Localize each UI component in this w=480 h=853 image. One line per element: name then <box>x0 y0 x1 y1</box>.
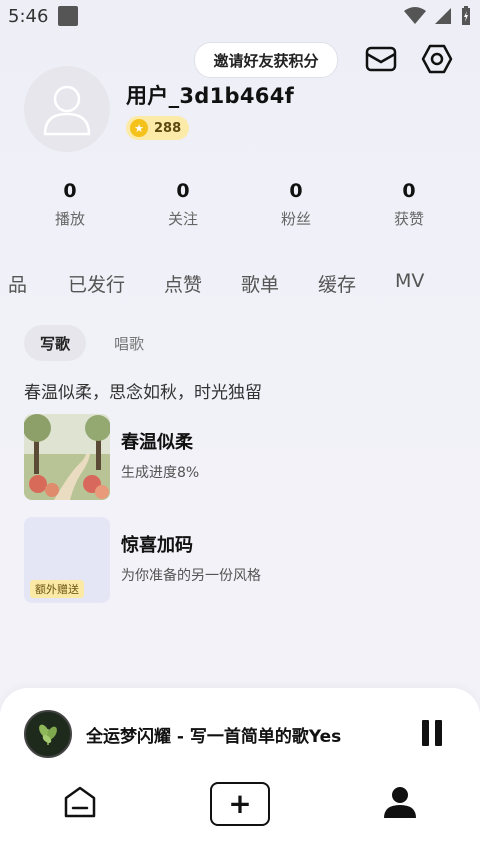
pause-button[interactable] <box>422 720 446 746</box>
song-item[interactable]: 额外赠送 惊喜加码 为你准备的另一份风格 <box>24 517 464 603</box>
person-icon <box>384 787 416 818</box>
stat-likes[interactable]: 0 获赞 <box>369 180 449 229</box>
mail-icon <box>365 46 397 72</box>
stat-value: 0 <box>289 180 303 202</box>
bonus-badge: 额外赠送 <box>30 580 84 598</box>
stat-followers[interactable]: 0 粉丝 <box>256 180 336 229</box>
status-bar: 5:46 <box>0 0 480 34</box>
tab-likes[interactable]: 点赞 <box>164 270 202 297</box>
points-value: 288 <box>154 120 182 136</box>
stats-row: 0 播放 0 关注 0 粉丝 0 获赞 <box>0 180 480 240</box>
username: 用户_3d1b464f <box>126 84 295 108</box>
subtab-sing[interactable]: 唱歌 <box>94 325 164 361</box>
stat-value: 0 <box>176 180 190 202</box>
home-icon <box>64 786 96 818</box>
invite-friends-button[interactable]: 邀请好友获积分 <box>194 42 338 78</box>
tab-cache[interactable]: 缓存 <box>318 270 356 297</box>
section-title: 春温似柔，思念如秋，时光独留 <box>24 383 262 403</box>
nav-create[interactable]: + <box>210 782 270 826</box>
bottom-nav: + <box>0 782 480 832</box>
settings-button[interactable] <box>420 42 454 76</box>
subtabs: 写歌 唱歌 <box>24 325 164 361</box>
user-placeholder-icon <box>43 85 91 136</box>
status-icons <box>404 6 472 26</box>
status-time: 5:46 <box>8 6 49 27</box>
song-title: 惊喜加码 <box>121 535 193 556</box>
battery-icon <box>462 6 470 25</box>
stat-value: 0 <box>63 180 77 202</box>
tab-playlists[interactable]: 歌单 <box>241 270 279 297</box>
tab-mv[interactable]: MV <box>395 270 424 292</box>
stat-label: 获赞 <box>393 210 424 228</box>
nav-profile[interactable] <box>380 782 420 822</box>
song-cover-placeholder: 额外赠送 <box>24 517 110 603</box>
stat-value: 0 <box>402 180 416 202</box>
invite-label: 邀请好友获积分 <box>213 51 319 70</box>
avatar[interactable] <box>24 66 110 152</box>
now-playing-disc[interactable] <box>24 710 72 758</box>
stat-label: 粉丝 <box>280 210 311 228</box>
song-progress: 生成进度8% <box>121 465 200 481</box>
song-title: 春温似柔 <box>121 432 193 453</box>
song-subtitle: 为你准备的另一份风格 <box>121 568 261 584</box>
notification-icon <box>58 6 78 26</box>
plus-icon: + <box>210 782 270 826</box>
tab-works[interactable]: 品 <box>8 270 27 297</box>
stat-following[interactable]: 0 关注 <box>143 180 223 229</box>
settings-icon <box>421 44 453 74</box>
subtab-write[interactable]: 写歌 <box>24 325 86 361</box>
stat-label: 关注 <box>167 210 198 228</box>
stat-label: 播放 <box>54 210 85 228</box>
tab-released[interactable]: 已发行 <box>68 270 125 297</box>
points-badge[interactable]: ★ 288 <box>126 116 190 140</box>
coin-icon: ★ <box>130 119 148 137</box>
content-tabs: 品 已发行 点赞 歌单 缓存 MV <box>0 270 480 300</box>
bottom-panel: 全运梦闪耀 - 写一首简单的歌Yes + <box>0 688 480 853</box>
stat-plays[interactable]: 0 播放 <box>30 180 110 229</box>
leaf-icon <box>39 724 57 745</box>
signal-icon <box>435 8 451 24</box>
mail-button[interactable] <box>364 42 398 76</box>
song-item[interactable]: 春温似柔 生成进度8% <box>24 414 464 500</box>
song-cover <box>24 414 110 500</box>
wifi-icon <box>404 7 426 24</box>
nav-home[interactable] <box>60 782 100 822</box>
pause-icon <box>422 720 429 746</box>
now-playing-title[interactable]: 全运梦闪耀 - 写一首简单的歌Yes <box>86 722 341 747</box>
